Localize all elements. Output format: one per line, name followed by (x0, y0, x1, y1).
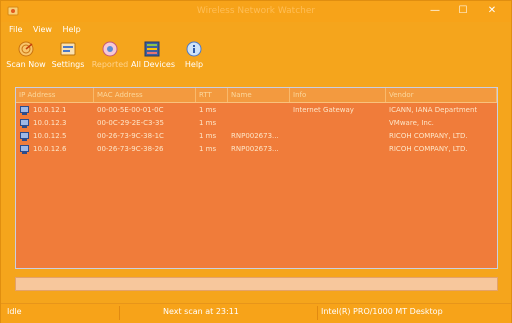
cell-mac-address: 00-00-5E-00-01-0C (97, 106, 164, 114)
device-list[interactable]: IP Address MAC Address RTT Name Info Ven… (15, 87, 498, 269)
status-divider (317, 306, 318, 320)
computer-icon (20, 106, 29, 115)
column-name[interactable]: Name (228, 88, 290, 102)
table-row[interactable]: 10.0.12.6 00-26-73-9C-38-26 1 ms RNP0026… (16, 143, 497, 156)
reported-button[interactable]: Reported (89, 39, 131, 77)
help-button[interactable]: Help (173, 39, 215, 77)
table-row[interactable]: 10.0.12.5 00-26-73-9C-38-1C 1 ms RNP0026… (16, 130, 497, 143)
menu-bar: File View Help (5, 23, 85, 37)
cell-ip-address: 10.0.12.3 (33, 119, 67, 127)
cell-name: RNP002673... (231, 132, 279, 140)
column-mac-address[interactable]: MAC Address (94, 88, 196, 102)
status-divider (119, 306, 120, 320)
cell-mac-address: 00-26-73-9C-38-26 (97, 145, 164, 153)
all-devices-button[interactable]: All Devices (131, 39, 175, 77)
cell-rtt: 1 ms (199, 132, 217, 140)
menu-view[interactable]: View (29, 23, 56, 37)
scan-now-label: Scan Now (6, 60, 46, 69)
settings-label: Settings (51, 60, 85, 69)
cell-mac-address: 00-26-73-9C-38-1C (97, 132, 164, 140)
all-devices-label: All Devices (131, 60, 175, 69)
cell-vendor: RICOH COMPANY, LTD. (389, 145, 468, 153)
help-icon (185, 40, 203, 58)
computer-icon (20, 145, 29, 154)
cell-mac-address: 00-0C-29-2E-C3-35 (97, 119, 164, 127)
cell-name: RNP002673... (231, 145, 279, 153)
app-window: Wireless Network Watcher — ☐ ✕ File View… (0, 0, 512, 323)
cell-info (290, 130, 386, 143)
cell-rtt: 1 ms (199, 145, 217, 153)
column-vendor[interactable]: Vendor (386, 88, 497, 102)
cell-vendor: VMware, Inc. (389, 119, 434, 127)
help-label: Help (184, 60, 204, 69)
cell-ip-address: 10.0.12.1 (33, 106, 67, 114)
report-icon (101, 40, 119, 58)
cell-rtt: 1 ms (199, 106, 217, 114)
minimize-button[interactable]: — (421, 2, 449, 20)
radar-icon (17, 40, 35, 58)
table-row[interactable]: 10.0.12.1 00-00-5E-00-01-0C 1 ms Interne… (16, 104, 497, 117)
cell-vendor: RICOH COMPANY, LTD. (389, 132, 468, 140)
column-info[interactable]: Info (290, 88, 386, 102)
menu-file[interactable]: File (5, 23, 26, 37)
cell-ip-address: 10.0.12.5 (33, 132, 67, 140)
cell-rtt: 1 ms (199, 119, 217, 127)
scan-now-button[interactable]: Scan Now (5, 39, 47, 77)
close-button[interactable]: ✕ (477, 2, 507, 20)
settings-icon (59, 40, 77, 58)
computer-icon (20, 119, 29, 128)
settings-button[interactable]: Settings (47, 39, 89, 77)
reported-label: Reported (91, 60, 129, 69)
details-panel (15, 277, 498, 291)
status-adapter: Intel(R) PRO/1000 MT Desktop (321, 307, 443, 316)
cell-info (290, 143, 386, 156)
column-rtt[interactable]: RTT (196, 88, 228, 102)
cell-ip-address: 10.0.12.6 (33, 145, 67, 153)
maximize-button[interactable]: ☐ (449, 2, 477, 20)
window-title: Wireless Network Watcher (196, 6, 316, 16)
table-row[interactable]: 10.0.12.3 00-0C-29-2E-C3-35 1 ms VMware,… (16, 117, 497, 130)
cell-info (290, 117, 386, 130)
app-logo-icon (7, 5, 19, 17)
cell-info: Internet Gateway (293, 106, 354, 114)
cell-name (228, 104, 290, 117)
cell-vendor: ICANN, IANA Department (389, 106, 478, 114)
status-next-scan: Next scan at 23:11 (163, 307, 239, 316)
computer-icon (20, 132, 29, 141)
title-bar[interactable]: Wireless Network Watcher — ☐ ✕ (1, 1, 511, 22)
devices-icon (143, 40, 161, 58)
status-state: Idle (7, 307, 22, 316)
device-list-header: IP Address MAC Address RTT Name Info Ven… (16, 88, 497, 103)
menu-help[interactable]: Help (58, 23, 84, 37)
cell-name (228, 117, 290, 130)
status-bar: Idle Next scan at 23:11 Intel(R) PRO/100… (1, 303, 511, 323)
column-ip-address[interactable]: IP Address (16, 88, 94, 102)
